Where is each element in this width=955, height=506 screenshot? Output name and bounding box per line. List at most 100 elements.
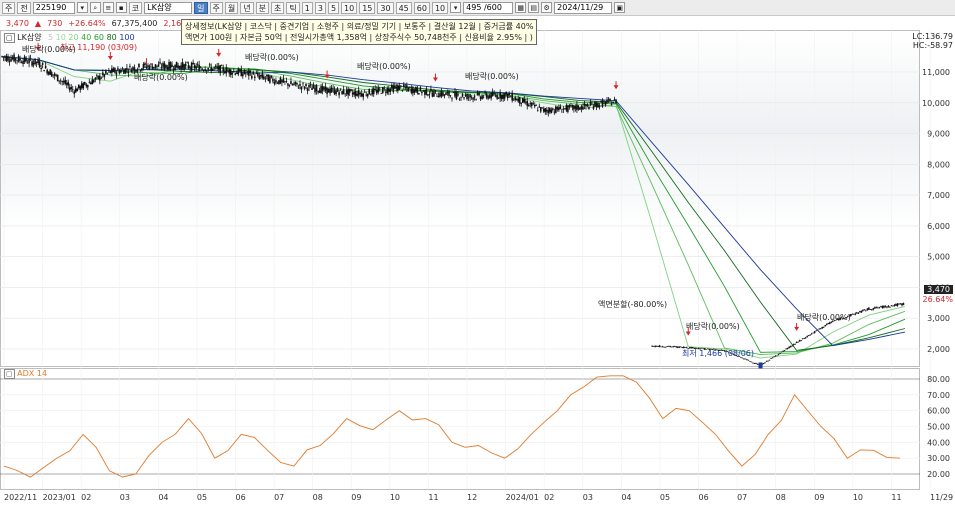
candle-body [863, 309, 866, 310]
interval-60-button[interactable]: 60 [413, 1, 430, 14]
candle-body [41, 63, 44, 65]
stock-chart[interactable]: 11,00010,0009,0008,0007,0006,0005,0004,0… [0, 30, 955, 506]
settings-gear-icon[interactable]: ⚙ [541, 2, 553, 13]
chart-type-icon[interactable]: ▤ [528, 2, 540, 13]
date-tick-label: 05 [197, 493, 207, 502]
candle-body [874, 307, 876, 309]
candle-body [163, 63, 166, 69]
candle-body [412, 87, 414, 94]
candle-body [154, 64, 157, 68]
dividend-event-label: 배당락(0.00%) [797, 313, 851, 322]
candle-body [249, 70, 252, 73]
collapse-icon[interactable]: ▢ [4, 33, 15, 43]
type-select[interactable]: 전 [17, 1, 31, 14]
interval-custom-select[interactable]: 10 [431, 1, 449, 14]
candle-body [530, 102, 533, 107]
candle-body [556, 107, 559, 110]
candle-body [421, 91, 423, 94]
grid-icon[interactable]: ▦ [515, 2, 527, 13]
calendar-icon[interactable]: ▣ [614, 2, 626, 13]
candle-body [582, 106, 584, 110]
candle-body [446, 92, 449, 94]
candle-body [64, 79, 67, 84]
candle-body [195, 66, 197, 69]
candle-body [147, 65, 149, 67]
candle-body [606, 100, 608, 103]
candle-body [83, 82, 86, 85]
candle-body [368, 88, 371, 95]
candle-body [377, 87, 380, 93]
interval-45-button[interactable]: 45 [395, 1, 412, 14]
candle-body [115, 72, 118, 75]
list-icon[interactable]: ≡ [102, 2, 114, 13]
candle-body [397, 85, 399, 91]
candle-body [902, 303, 905, 305]
candle-body [416, 87, 419, 94]
interval-15-button[interactable]: 15 [359, 1, 376, 14]
candle-body [384, 92, 387, 93]
candle-body [856, 312, 858, 314]
candle-body [478, 92, 480, 96]
candle-body [17, 56, 20, 62]
date-tick-label: 09 [351, 493, 361, 502]
candle-body [764, 362, 766, 364]
interval-3-button[interactable]: 3 [314, 1, 326, 14]
interval-10-button[interactable]: 10 [341, 1, 358, 14]
candle-body [252, 71, 255, 75]
candle-body [2, 56, 5, 58]
search-icon[interactable]: ⌕ [89, 2, 101, 13]
market-select[interactable]: 주 [2, 1, 16, 14]
period-month-button[interactable]: 월 [224, 1, 239, 14]
interval-30-button[interactable]: 30 [377, 1, 394, 14]
candle-body [868, 307, 870, 310]
candle-body [136, 69, 139, 72]
candle-body [654, 345, 656, 347]
candle-body [348, 88, 351, 93]
stock-code-input[interactable] [32, 1, 75, 14]
date-input[interactable] [554, 1, 613, 14]
date-tick-label: 11 [428, 493, 438, 502]
candle-body [148, 66, 151, 70]
candle-body [490, 92, 492, 99]
dropdown-arrow-icon[interactable]: ▾ [76, 2, 88, 13]
candle-body [818, 328, 821, 330]
date-tick-label: 2022/11 [4, 493, 37, 502]
period-tick-button[interactable]: 틱 [286, 1, 300, 14]
candle-body [827, 322, 830, 324]
period-day-button[interactable]: 일 [194, 1, 208, 14]
candle-body [851, 313, 854, 315]
candle-body [514, 97, 517, 100]
candle-body [193, 65, 196, 69]
candle-body [255, 73, 258, 74]
interval-5-button[interactable]: 5 [327, 1, 340, 14]
candle-body [422, 90, 425, 91]
interval-1-button[interactable]: 1 [301, 1, 313, 14]
candle-body [607, 99, 610, 100]
period-year-button[interactable]: 년 [240, 1, 254, 14]
candle-body [338, 92, 340, 96]
candle-body [586, 104, 589, 107]
candle-body [466, 93, 468, 100]
candle-body [746, 359, 748, 361]
period-second-button[interactable]: 초 [271, 1, 285, 14]
period-minute-button[interactable]: 분 [255, 1, 269, 14]
lock-icon[interactable]: ▪ [115, 2, 127, 13]
candle-body [223, 72, 226, 74]
stock-name-input[interactable] [144, 1, 193, 14]
period-week-button[interactable]: 주 [209, 1, 223, 14]
candle-body [26, 62, 29, 64]
candle-body [610, 104, 613, 106]
collapse-icon[interactable]: ▢ [4, 369, 15, 379]
candle-body [574, 106, 577, 109]
candle-body [281, 80, 283, 83]
dropdown-arrow-icon[interactable]: ▾ [450, 2, 462, 13]
candle-body [88, 82, 91, 84]
candle-body [503, 93, 506, 99]
candle-body [588, 107, 590, 110]
candle-body [276, 82, 279, 84]
data-count-input[interactable] [463, 1, 514, 14]
candle-body [536, 110, 539, 111]
candle-body [807, 335, 810, 336]
candle-body [558, 107, 560, 111]
candle-body [491, 92, 494, 97]
